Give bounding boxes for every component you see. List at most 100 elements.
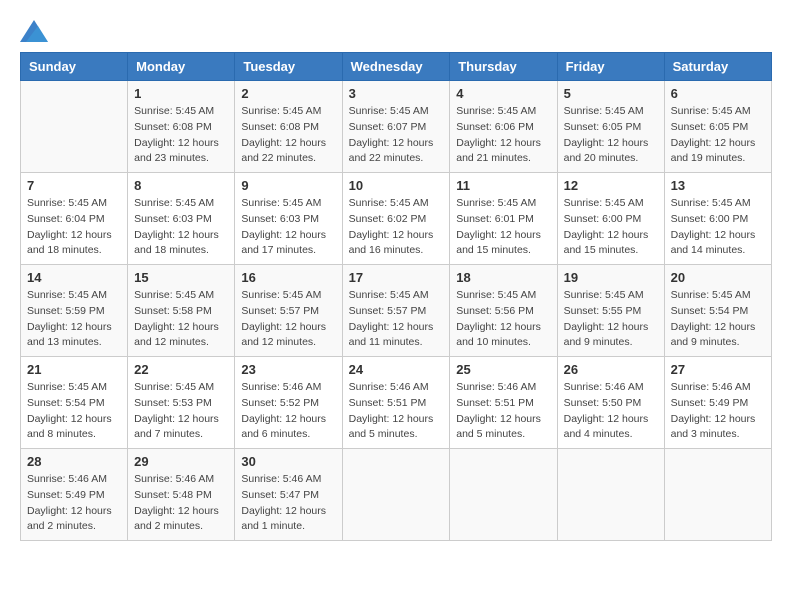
calendar-cell: 15 Sunrise: 5:45 AMSunset: 5:58 PMDayligh… — [128, 265, 235, 357]
calendar-cell: 19 Sunrise: 5:45 AMSunset: 5:55 PMDayligh… — [557, 265, 664, 357]
calendar-cell: 12 Sunrise: 5:45 AMSunset: 6:00 PMDayligh… — [557, 173, 664, 265]
day-info: Sunrise: 5:45 AMSunset: 6:02 PMDaylight:… — [349, 196, 444, 259]
calendar-cell: 21 Sunrise: 5:45 AMSunset: 5:54 PMDayligh… — [21, 357, 128, 449]
day-info: Sunrise: 5:45 AMSunset: 6:03 PMDaylight:… — [241, 196, 335, 259]
day-number: 20 — [671, 270, 765, 285]
calendar-cell: 23 Sunrise: 5:46 AMSunset: 5:52 PMDayligh… — [235, 357, 342, 449]
calendar-cell: 4 Sunrise: 5:45 AMSunset: 6:06 PMDaylight… — [450, 81, 557, 173]
day-info: Sunrise: 5:46 AMSunset: 5:47 PMDaylight:… — [241, 472, 335, 535]
day-number: 27 — [671, 362, 765, 377]
calendar-cell: 29Sunrise: 5:46 AMSunset: 5:48 PMDayligh… — [128, 449, 235, 541]
calendar-cell: 17 Sunrise: 5:45 AMSunset: 5:57 PMDayligh… — [342, 265, 450, 357]
day-number: 17 — [349, 270, 444, 285]
calendar-cell: 20 Sunrise: 5:45 AMSunset: 5:54 PMDayligh… — [664, 265, 771, 357]
day-number: 3 — [349, 86, 444, 101]
calendar-cell: 14Sunrise: 5:45 AMSunset: 5:59 PMDayligh… — [21, 265, 128, 357]
calendar-cell: 24 Sunrise: 5:46 AMSunset: 5:51 PMDayligh… — [342, 357, 450, 449]
day-number: 24 — [349, 362, 444, 377]
day-info: Sunrise: 5:46 AMSunset: 5:48 PMDaylight:… — [134, 472, 228, 535]
calendar-cell: 18Sunrise: 5:45 AMSunset: 5:56 PMDayligh… — [450, 265, 557, 357]
day-info: Sunrise: 5:45 AMSunset: 5:55 PMDaylight:… — [564, 288, 658, 351]
day-number: 22 — [134, 362, 228, 377]
week-row-3: 14Sunrise: 5:45 AMSunset: 5:59 PMDayligh… — [21, 265, 772, 357]
day-number: 26 — [564, 362, 658, 377]
calendar-cell: 26 Sunrise: 5:46 AMSunset: 5:50 PMDayligh… — [557, 357, 664, 449]
weekday-header-wednesday: Wednesday — [342, 53, 450, 81]
day-number: 18 — [456, 270, 550, 285]
calendar-cell: 9 Sunrise: 5:45 AMSunset: 6:03 PMDaylight… — [235, 173, 342, 265]
week-row-1: 1Sunrise: 5:45 AMSunset: 6:08 PMDaylight… — [21, 81, 772, 173]
logo-icon — [20, 20, 48, 42]
calendar-cell: 28Sunrise: 5:46 AMSunset: 5:49 PMDayligh… — [21, 449, 128, 541]
day-info: Sunrise: 5:46 AMSunset: 5:49 PMDaylight:… — [27, 472, 121, 535]
day-number: 2 — [241, 86, 335, 101]
day-number: 11 — [456, 178, 550, 193]
day-number: 15 — [134, 270, 228, 285]
week-row-2: 7Sunrise: 5:45 AMSunset: 6:04 PMDaylight… — [21, 173, 772, 265]
day-number: 16 — [241, 270, 335, 285]
calendar-cell: 22 Sunrise: 5:45 AMSunset: 5:53 PMDayligh… — [128, 357, 235, 449]
day-number: 19 — [564, 270, 658, 285]
day-number: 10 — [349, 178, 444, 193]
day-info: Sunrise: 5:46 AMSunset: 5:49 PMDaylight:… — [671, 380, 765, 443]
day-info: Sunrise: 5:46 AMSunset: 5:52 PMDaylight:… — [241, 380, 335, 443]
weekday-header-saturday: Saturday — [664, 53, 771, 81]
day-info: Sunrise: 5:46 AMSunset: 5:51 PMDaylight:… — [349, 380, 444, 443]
day-number: 9 — [241, 178, 335, 193]
day-info: Sunrise: 5:45 AMSunset: 6:07 PMDaylight:… — [349, 104, 444, 167]
day-info: Sunrise: 5:45 AMSunset: 5:57 PMDaylight:… — [349, 288, 444, 351]
day-number: 14 — [27, 270, 121, 285]
day-info: Sunrise: 5:45 AMSunset: 5:53 PMDaylight:… — [134, 380, 228, 443]
calendar-cell — [664, 449, 771, 541]
weekday-header-friday: Friday — [557, 53, 664, 81]
calendar-cell: 5Sunrise: 5:45 AMSunset: 6:05 PMDaylight… — [557, 81, 664, 173]
calendar-cell: 2Sunrise: 5:45 AMSunset: 6:08 PMDaylight… — [235, 81, 342, 173]
calendar-cell: 13Sunrise: 5:45 AMSunset: 6:00 PMDayligh… — [664, 173, 771, 265]
calendar-cell: 8 Sunrise: 5:45 AMSunset: 6:03 PMDaylight… — [128, 173, 235, 265]
calendar-table: SundayMondayTuesdayWednesdayThursdayFrid… — [20, 52, 772, 541]
day-number: 6 — [671, 86, 765, 101]
logo — [20, 20, 52, 42]
calendar-cell: 25 Sunrise: 5:46 AMSunset: 5:51 PMDayligh… — [450, 357, 557, 449]
day-info: Sunrise: 5:45 AMSunset: 6:05 PMDaylight:… — [671, 104, 765, 167]
week-row-4: 21 Sunrise: 5:45 AMSunset: 5:54 PMDayligh… — [21, 357, 772, 449]
day-number: 12 — [564, 178, 658, 193]
day-info: Sunrise: 5:45 AMSunset: 6:05 PMDaylight:… — [564, 104, 658, 167]
calendar-cell: 11 Sunrise: 5:45 AMSunset: 6:01 PMDayligh… — [450, 173, 557, 265]
calendar-cell: 30 Sunrise: 5:46 AMSunset: 5:47 PMDayligh… — [235, 449, 342, 541]
calendar-header: SundayMondayTuesdayWednesdayThursdayFrid… — [21, 53, 772, 81]
day-info: Sunrise: 5:46 AMSunset: 5:50 PMDaylight:… — [564, 380, 658, 443]
day-number: 21 — [27, 362, 121, 377]
day-info: Sunrise: 5:45 AMSunset: 6:00 PMDaylight:… — [564, 196, 658, 259]
calendar-cell: 1Sunrise: 5:45 AMSunset: 6:08 PMDaylight… — [128, 81, 235, 173]
day-info: Sunrise: 5:45 AMSunset: 5:58 PMDaylight:… — [134, 288, 228, 351]
weekday-header-monday: Monday — [128, 53, 235, 81]
day-info: Sunrise: 5:45 AMSunset: 6:01 PMDaylight:… — [456, 196, 550, 259]
weekday-row: SundayMondayTuesdayWednesdayThursdayFrid… — [21, 53, 772, 81]
calendar-cell — [342, 449, 450, 541]
week-row-5: 28Sunrise: 5:46 AMSunset: 5:49 PMDayligh… — [21, 449, 772, 541]
calendar-cell — [21, 81, 128, 173]
calendar-body: 1Sunrise: 5:45 AMSunset: 6:08 PMDaylight… — [21, 81, 772, 541]
calendar-cell: 6 Sunrise: 5:45 AMSunset: 6:05 PMDaylight… — [664, 81, 771, 173]
day-info: Sunrise: 5:45 AMSunset: 5:54 PMDaylight:… — [27, 380, 121, 443]
weekday-header-thursday: Thursday — [450, 53, 557, 81]
calendar-cell: 10 Sunrise: 5:45 AMSunset: 6:02 PMDayligh… — [342, 173, 450, 265]
day-info: Sunrise: 5:45 AMSunset: 6:06 PMDaylight:… — [456, 104, 550, 167]
calendar-cell: 16Sunrise: 5:45 AMSunset: 5:57 PMDayligh… — [235, 265, 342, 357]
calendar-cell: 27 Sunrise: 5:46 AMSunset: 5:49 PMDayligh… — [664, 357, 771, 449]
day-number: 8 — [134, 178, 228, 193]
calendar-cell: 3 Sunrise: 5:45 AMSunset: 6:07 PMDaylight… — [342, 81, 450, 173]
weekday-header-tuesday: Tuesday — [235, 53, 342, 81]
day-info: Sunrise: 5:45 AMSunset: 5:54 PMDaylight:… — [671, 288, 765, 351]
header — [20, 20, 772, 42]
day-info: Sunrise: 5:46 AMSunset: 5:51 PMDaylight:… — [456, 380, 550, 443]
day-number: 4 — [456, 86, 550, 101]
day-number: 25 — [456, 362, 550, 377]
day-info: Sunrise: 5:45 AMSunset: 6:04 PMDaylight:… — [27, 196, 121, 259]
day-number: 30 — [241, 454, 335, 469]
day-number: 23 — [241, 362, 335, 377]
calendar-cell: 7Sunrise: 5:45 AMSunset: 6:04 PMDaylight… — [21, 173, 128, 265]
calendar-cell — [450, 449, 557, 541]
day-info: Sunrise: 5:45 AMSunset: 6:03 PMDaylight:… — [134, 196, 228, 259]
